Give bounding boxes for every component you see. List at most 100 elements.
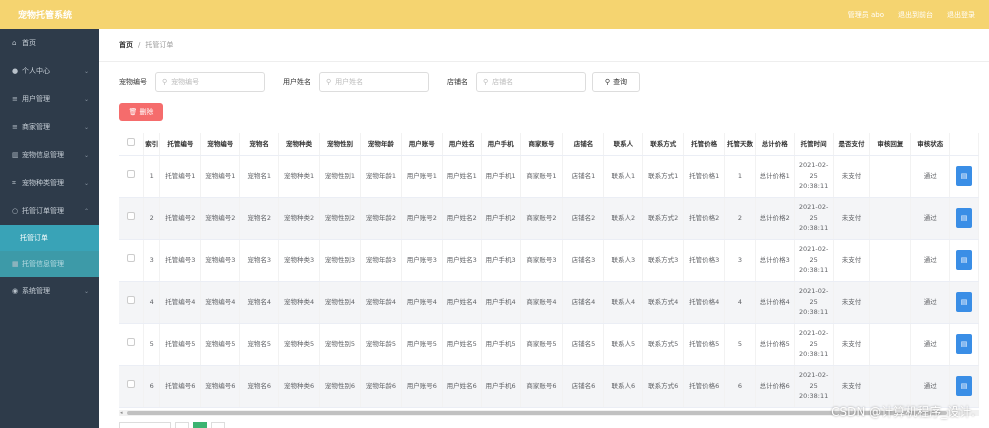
table-cell: 用户账号5	[401, 323, 443, 366]
user-name-input[interactable]	[335, 78, 422, 86]
top-header: 宠物托管系统 管理员 abo 退出到前台 退出登录	[0, 0, 989, 29]
table-cell: 托管价格6	[683, 365, 726, 408]
scroll-left-icon[interactable]: ◂	[120, 410, 123, 416]
current-page-button[interactable]	[193, 422, 207, 428]
sidebar-item-pet-info[interactable]: ▥ 宠物信息管理 ⌄	[0, 141, 99, 169]
logout-link[interactable]: 退出登录	[947, 10, 975, 20]
select-all-checkbox[interactable]	[127, 138, 136, 147]
table-cell: 2021-02-25 20:38:11	[794, 365, 834, 408]
table-cell: 用户姓名4	[442, 281, 482, 324]
pet-id-field[interactable]: ⚲	[155, 72, 265, 92]
column-header: 索引	[143, 133, 161, 156]
table-cell: 店铺名5	[562, 323, 605, 366]
table-cell: 联系方式3	[642, 239, 685, 282]
row-actions-cell: ▤	[949, 197, 979, 240]
shop-name-input[interactable]	[492, 78, 579, 86]
query-button[interactable]: ⚲ 查询	[592, 72, 640, 92]
row-checkbox[interactable]	[127, 170, 136, 179]
row-detail-button[interactable]: ▤	[956, 250, 973, 270]
scrollbar-thumb[interactable]	[127, 411, 947, 415]
table-cell: 店铺名3	[562, 239, 605, 282]
row-checkbox[interactable]	[127, 338, 136, 347]
table-cell: 托管编号2	[159, 197, 202, 240]
row-actions-cell: ▤	[949, 155, 979, 198]
prev-page-button[interactable]	[175, 422, 189, 428]
goto-frontend-link[interactable]: 退出到前台	[898, 10, 933, 20]
table-row[interactable]: 5 托管编号5 宠物编号5 宠物名5 宠物种类5 宠物性别5 宠物年龄5 用户账号5 用户姓名5…	[119, 323, 979, 366]
table-row[interactable]: 3 托管编号3 宠物编号3 宠物名3 宠物种类3 宠物性别3 宠物年龄3 用户账号3 用户姓名3…	[119, 239, 979, 282]
list-icon: ≡	[12, 123, 18, 131]
chevron-down-icon: ⌄	[83, 287, 89, 295]
table-cell: 联系方式2	[642, 197, 685, 240]
table-cell: 2021-02-25 20:38:11	[794, 281, 834, 324]
table-cell: 1	[724, 155, 756, 198]
column-header: 宠物编号	[200, 133, 241, 156]
delete-button[interactable]: 🗑 删除	[119, 103, 163, 121]
table-cell: 总计价格4	[755, 281, 795, 324]
table-cell: 宠物种类1	[278, 155, 320, 198]
row-detail-button[interactable]: ▤	[956, 334, 973, 354]
table-cell: 用户姓名6	[442, 365, 482, 408]
column-header: 用户账号	[401, 133, 443, 156]
breadcrumb-home[interactable]: 首页	[119, 40, 133, 50]
table-cell: 用户手机2	[481, 197, 521, 240]
sidebar-item-label: 宠物种类管理	[22, 179, 64, 187]
user-name-field[interactable]: ⚲	[319, 72, 429, 92]
sidebar-subitem-orders[interactable]: 托管订单	[0, 225, 99, 251]
sidebar-item-label: 托管信息管理	[22, 260, 64, 268]
table-cell: 通过	[910, 281, 951, 324]
table-row[interactable]: 4 托管编号4 宠物编号4 宠物名4 宠物种类4 宠物性别4 宠物年龄4 用户账号4 用户姓名4…	[119, 281, 979, 324]
row-detail-button[interactable]: ▤	[956, 292, 973, 312]
row-detail-button[interactable]: ▤	[956, 166, 973, 186]
row-actions-cell: ▤	[949, 365, 979, 408]
table-cell: 联系人3	[603, 239, 644, 282]
table-cell: 联系人5	[603, 323, 644, 366]
circle-icon: ○	[12, 207, 19, 215]
table-cell: 联系人1	[603, 155, 644, 198]
sidebar-item-users[interactable]: ≡ 用户管理 ⌄	[0, 85, 99, 113]
main-content: 首页 / 托管订单 宠物编号 ⚲ 用户姓名 ⚲ 店铺名 ⚲ ⚲ 查询 🗑 删除	[99, 29, 989, 428]
row-checkbox[interactable]	[127, 254, 136, 263]
column-header: 联系方式	[642, 133, 685, 156]
sidebar-item-system[interactable]: ◉ 系统管理 ⌄	[0, 277, 99, 305]
sidebar-item-home[interactable]: ⌂ 首页	[0, 29, 99, 57]
table-cell: 3	[143, 239, 161, 282]
table-row[interactable]: 1 托管编号1 宠物编号1 宠物名1 宠物种类1 宠物性别1 宠物年龄1 用户账号1 用户姓名1…	[119, 155, 979, 198]
table-cell: 托管编号4	[159, 281, 202, 324]
table-row[interactable]: 6 托管编号6 宠物编号6 宠物名6 宠物种类6 宠物性别6 宠物年龄6 用户账号6 用户姓名6…	[119, 365, 979, 408]
column-header: 审核状态	[910, 133, 951, 156]
table-cell: 店铺名1	[562, 155, 605, 198]
search-icon: ⚲	[326, 78, 332, 86]
sidebar-item-profile[interactable]: ● 个人中心 ⌄	[0, 57, 99, 85]
table-cell: 宠物编号1	[200, 155, 241, 198]
next-page-button[interactable]	[211, 422, 225, 428]
table-cell: 宠物性别4	[319, 281, 361, 324]
delete-button-label: 删除	[139, 108, 154, 116]
table-cell: 用户手机6	[481, 365, 521, 408]
table-cell	[869, 323, 912, 366]
row-detail-button[interactable]: ▤	[956, 376, 973, 396]
row-checkbox[interactable]	[127, 296, 136, 305]
table-cell: 联系人4	[603, 281, 644, 324]
row-checkbox[interactable]	[127, 380, 136, 389]
table-cell: 联系方式5	[642, 323, 685, 366]
sidebar-item-pet-types[interactable]: ⌗ 宠物种类管理 ⌄	[0, 169, 99, 197]
table-cell: 通过	[910, 323, 951, 366]
table-cell: 用户手机3	[481, 239, 521, 282]
shop-name-field[interactable]: ⚲	[476, 72, 586, 92]
table-cell: 通过	[910, 365, 951, 408]
table-cell: 通过	[910, 155, 951, 198]
sidebar-item-merchants[interactable]: ≡ 商家管理 ⌄	[0, 113, 99, 141]
row-detail-button[interactable]: ▤	[956, 208, 973, 228]
table-row[interactable]: 2 托管编号2 宠物编号2 宠物名2 宠物种类2 宠物性别2 宠物年龄2 用户账号2 用户姓名2…	[119, 197, 979, 240]
table-cell: 托管价格2	[683, 197, 726, 240]
table-cell	[869, 281, 912, 324]
table-cell: 宠物编号5	[200, 323, 241, 366]
page-size-select[interactable]	[119, 422, 171, 428]
table-cell: 未支付	[833, 365, 871, 408]
row-checkbox[interactable]	[127, 212, 136, 221]
sidebar-item-hosting-info[interactable]: ▦ 托管信息管理	[0, 251, 99, 277]
sidebar-item-orders[interactable]: ○ 托管订单管理 ⌃	[0, 197, 99, 225]
table-cell: 宠物名4	[239, 281, 280, 324]
pet-id-input[interactable]	[171, 78, 258, 86]
